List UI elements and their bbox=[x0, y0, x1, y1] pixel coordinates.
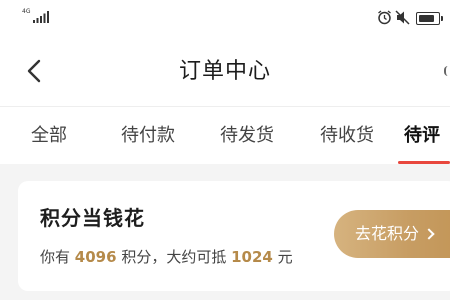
points-description: 你有 4096 积分，大约可抵 1024 元 bbox=[40, 247, 293, 267]
tab-all[interactable]: 全部 bbox=[31, 125, 67, 147]
more-icon[interactable] bbox=[444, 66, 450, 76]
battery-icon bbox=[416, 12, 440, 25]
battery-tip bbox=[441, 16, 443, 21]
nav-bar: 订单中心 bbox=[0, 36, 450, 106]
desc-middle: 积分，大约可抵 bbox=[121, 248, 227, 266]
points-card: 积分当钱花 你有 4096 积分，大约可抵 1024 元 去花积分 bbox=[18, 181, 450, 291]
chevron-right-icon bbox=[423, 228, 435, 240]
status-bar: 4G bbox=[0, 0, 450, 36]
desc-suffix: 元 bbox=[277, 248, 293, 266]
active-tab-indicator bbox=[398, 161, 450, 164]
redeem-button-label: 去花积分 bbox=[355, 224, 420, 243]
tab-pending-payment[interactable]: 待付款 bbox=[121, 125, 175, 147]
page-title: 订单中心 bbox=[178, 59, 271, 84]
network-type: 4G bbox=[22, 8, 31, 15]
points-card-title: 积分当钱花 bbox=[40, 206, 145, 230]
desc-prefix: 你有 bbox=[40, 248, 71, 266]
mute-icon bbox=[395, 10, 410, 25]
redeem-points-button[interactable]: 去花积分 bbox=[334, 210, 450, 258]
tab-pending-review[interactable]: 待评 bbox=[404, 125, 440, 147]
alarm-icon bbox=[378, 10, 391, 25]
tab-pending-receipt[interactable]: 待收货 bbox=[320, 125, 374, 147]
tab-pending-shipment[interactable]: 待发货 bbox=[220, 125, 274, 147]
amount-value: 1024 bbox=[231, 248, 273, 266]
order-tabs: 全部 待付款 待发货 待收货 待评 bbox=[0, 106, 450, 164]
signal-icon bbox=[33, 11, 49, 23]
points-value: 4096 bbox=[74, 248, 117, 266]
